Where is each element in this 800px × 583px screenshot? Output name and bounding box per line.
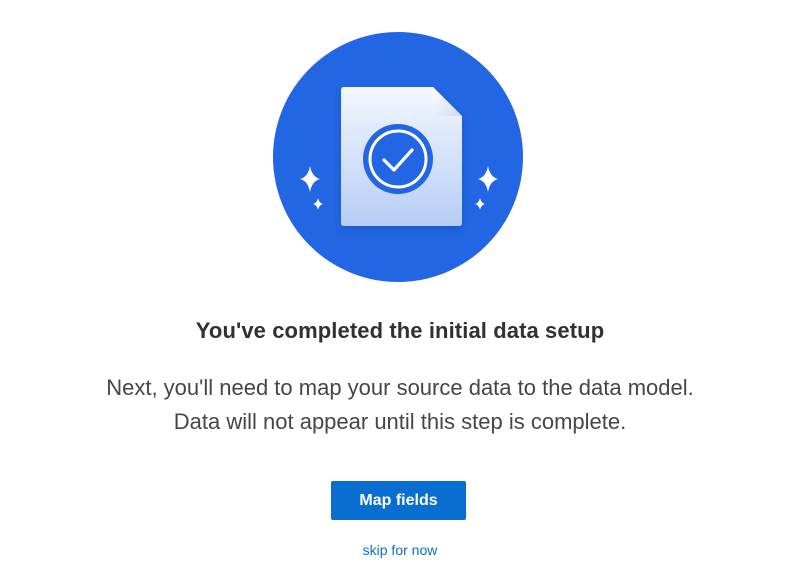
skip-for-now-link[interactable]: skip for now — [0, 542, 800, 558]
hero-illustration — [273, 32, 523, 282]
description-line-2: Data will not appear until this step is … — [173, 409, 627, 434]
setup-complete-page: You've completed the initial data setup … — [0, 0, 800, 583]
page-title: You've completed the initial data setup — [195, 318, 605, 343]
description-line-1: Next, you'll need to map your source dat… — [106, 375, 694, 400]
map-fields-button[interactable]: Map fields — [331, 481, 466, 520]
document-check-illustration — [273, 32, 523, 282]
description: Next, you'll need to map your source dat… — [0, 371, 800, 439]
check-circle-icon — [363, 124, 433, 194]
